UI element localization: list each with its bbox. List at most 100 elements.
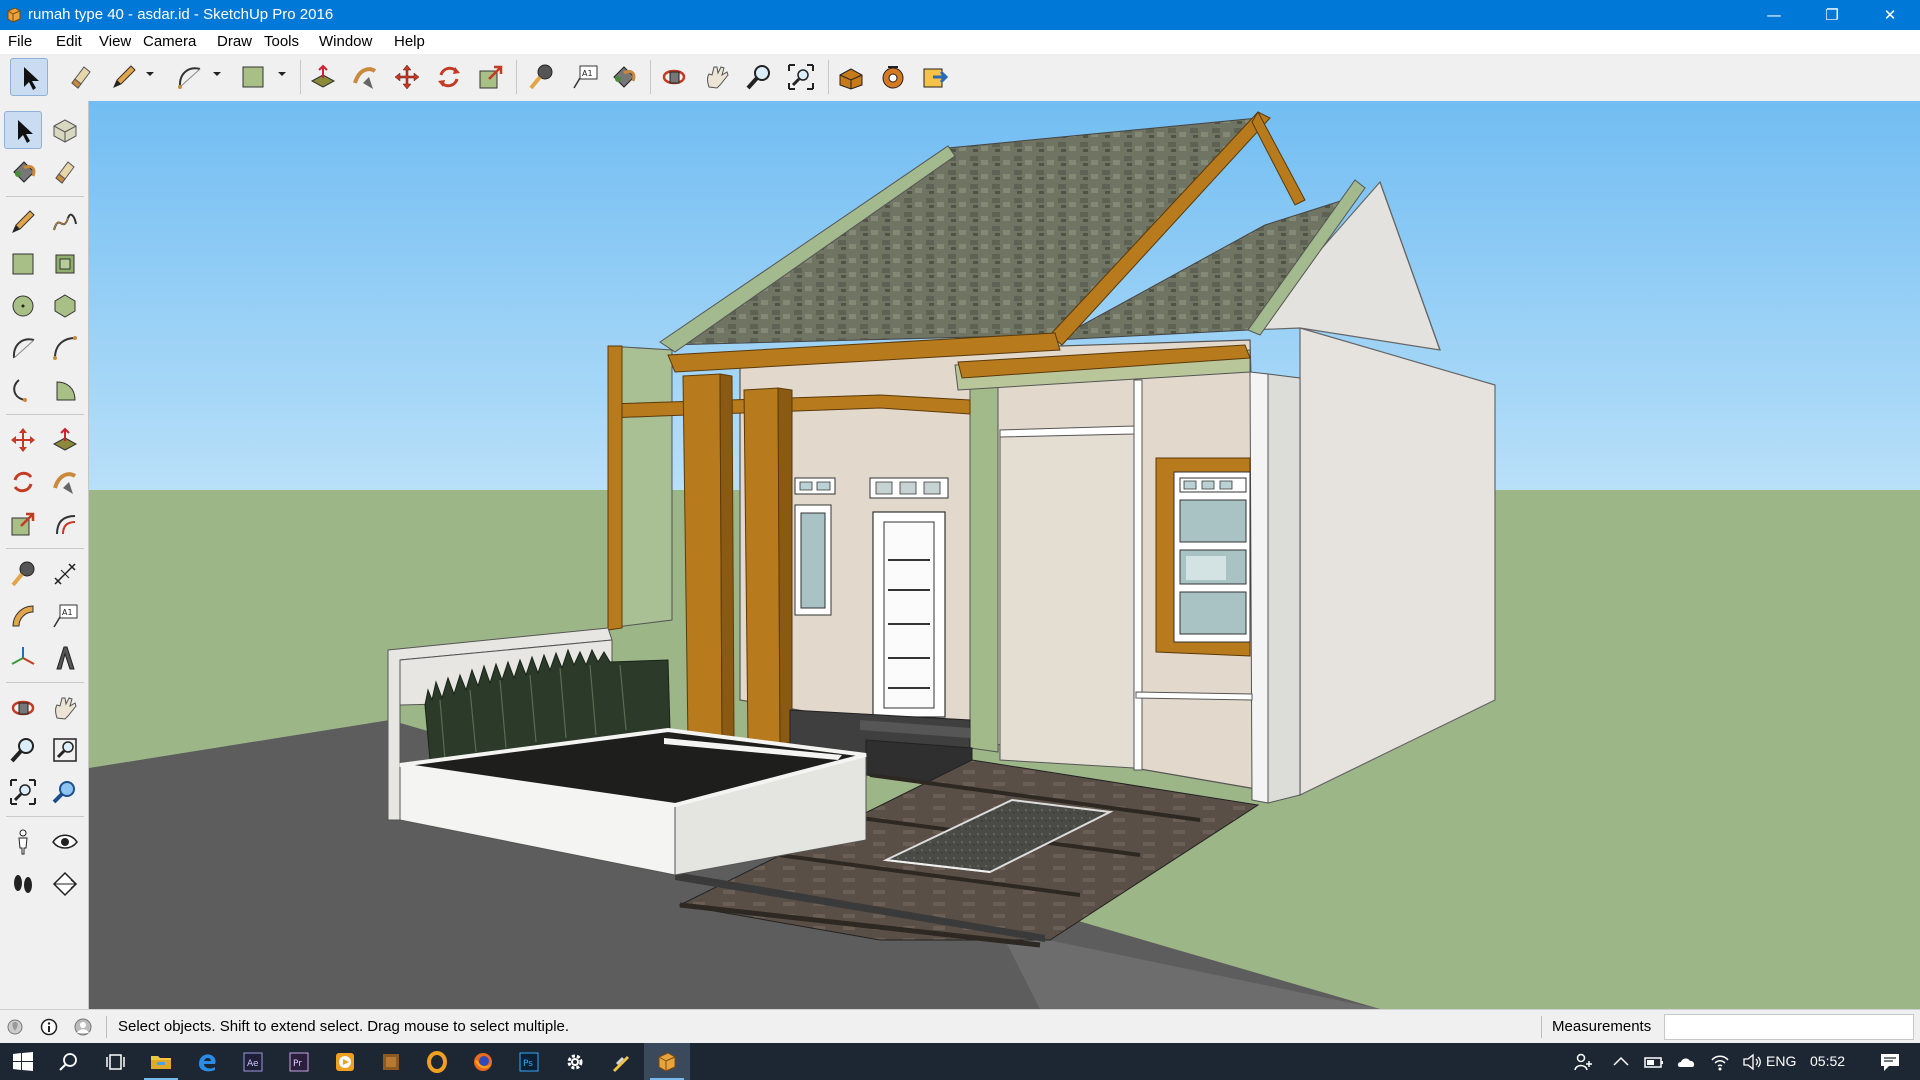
paint-bucket-tool-button[interactable]	[604, 58, 642, 96]
tape-measure-tool-button[interactable]	[4, 555, 42, 593]
pie-tool-button[interactable]	[46, 371, 84, 409]
task-view-button[interactable]	[92, 1043, 138, 1080]
position-camera-tool-button[interactable]	[4, 823, 42, 861]
orbit-tool-button[interactable]	[4, 689, 42, 727]
zoom-window-tool-button[interactable]	[46, 731, 84, 769]
taskbar-sketchup-layout[interactable]	[598, 1043, 644, 1080]
menu-draw[interactable]: Draw	[215, 30, 254, 54]
minimize-button[interactable]: —	[1745, 0, 1803, 30]
menu-view[interactable]: View	[97, 30, 133, 54]
tray-people[interactable]	[1560, 1043, 1600, 1080]
search-button[interactable]	[46, 1043, 92, 1080]
move-tool-button[interactable]	[4, 421, 42, 459]
tray-wifi[interactable]	[1704, 1043, 1736, 1080]
extension-warehouse-button[interactable]	[874, 58, 912, 96]
move-tool-button[interactable]	[388, 58, 426, 96]
dimension-tool-button[interactable]	[46, 555, 84, 593]
taskbar-edge[interactable]	[184, 1043, 230, 1080]
follow-me-tool-button[interactable]	[46, 463, 84, 501]
scale-tool-button[interactable]	[472, 58, 510, 96]
menu-camera[interactable]: Camera	[141, 30, 198, 54]
menu-edit[interactable]: Edit	[54, 30, 84, 54]
rotate-tool-button[interactable]	[4, 463, 42, 501]
user-account-icon[interactable]	[74, 1018, 92, 1036]
axes-tool-button[interactable]	[4, 639, 42, 677]
pan-tool-button[interactable]	[698, 58, 736, 96]
taskbar-file-explorer[interactable]	[138, 1043, 184, 1080]
select-tool-button[interactable]	[10, 58, 48, 96]
follow-me-tool-button[interactable]	[346, 58, 384, 96]
menu-help[interactable]: Help	[392, 30, 427, 54]
taskbar-sketchup[interactable]	[644, 1043, 690, 1080]
rotate-tool-button[interactable]	[430, 58, 468, 96]
action-center-button[interactable]	[1864, 1043, 1916, 1080]
taskbar-opera[interactable]	[414, 1043, 460, 1080]
zoom-tool-button[interactable]	[4, 731, 42, 769]
tray-show-hidden[interactable]	[1602, 1043, 1638, 1080]
info-icon[interactable]	[40, 1018, 58, 1036]
section-plane-tool-button[interactable]	[46, 865, 84, 903]
push-pull-tool-button[interactable]	[304, 58, 342, 96]
measurements-input[interactable]	[1664, 1014, 1914, 1040]
restore-button[interactable]: ❐	[1803, 0, 1861, 30]
sketchup-app-icon[interactable]	[6, 7, 22, 23]
scale-tool-button[interactable]	[4, 505, 42, 543]
previous-view-button[interactable]	[46, 773, 84, 811]
eraser-tool-button[interactable]	[46, 153, 84, 191]
taskbar-photoshop[interactable]: Ps	[506, 1043, 552, 1080]
layout-send-button[interactable]	[916, 58, 954, 96]
taskbar-after-effects[interactable]: Ae	[230, 1043, 276, 1080]
line-tool-dropdown[interactable]	[140, 66, 160, 86]
menu-file[interactable]: File	[6, 30, 34, 54]
rectangle-tool-button[interactable]	[4, 245, 42, 283]
geo-location-icon[interactable]	[6, 1018, 24, 1036]
shape-tool-button[interactable]	[234, 58, 272, 96]
three-point-arc-tool-button[interactable]	[4, 371, 42, 409]
taskbar-premiere[interactable]: Pr	[276, 1043, 322, 1080]
3d-text-tool-button[interactable]	[46, 639, 84, 677]
menu-tools[interactable]: Tools	[262, 30, 301, 54]
zoom-tool-button[interactable]	[740, 58, 778, 96]
arc-tool-dropdown[interactable]	[207, 66, 227, 86]
two-point-arc-tool-button[interactable]	[46, 329, 84, 367]
select-tool-button[interactable]	[4, 111, 42, 149]
tape-measure-tool-button[interactable]	[522, 58, 560, 96]
text-tool-button[interactable]: A1	[566, 58, 604, 96]
walk-tool-button[interactable]	[4, 865, 42, 903]
3d-warehouse-button[interactable]	[832, 58, 870, 96]
tray-battery[interactable]	[1638, 1043, 1670, 1080]
tray-language[interactable]: ENG	[1766, 1043, 1796, 1080]
tray-onedrive[interactable]	[1670, 1043, 1704, 1080]
circle-tool-button[interactable]	[4, 287, 42, 325]
freehand-tool-button[interactable]	[46, 203, 84, 241]
look-around-tool-button[interactable]	[46, 823, 84, 861]
offset-tool-button[interactable]	[46, 505, 84, 543]
protractor-tool-button[interactable]	[4, 597, 42, 635]
arc-tool-button[interactable]	[170, 58, 208, 96]
polygon-tool-button[interactable]	[46, 287, 84, 325]
text-tool-button[interactable]: A1	[46, 597, 84, 635]
taskbar-app-brown[interactable]	[368, 1043, 414, 1080]
rotated-rectangle-tool-button[interactable]	[46, 245, 84, 283]
zoom-extents-tool-button[interactable]	[782, 58, 820, 96]
menu-window[interactable]: Window	[317, 30, 374, 54]
orbit-tool-button[interactable]	[655, 58, 693, 96]
push-pull-tool-button[interactable]	[46, 421, 84, 459]
zoom-extents-tool-button[interactable]	[4, 773, 42, 811]
make-component-button[interactable]	[46, 111, 84, 149]
taskbar-media-player[interactable]	[322, 1043, 368, 1080]
eraser-tool-button[interactable]	[62, 58, 100, 96]
shape-tool-dropdown[interactable]	[272, 66, 292, 86]
tray-volume[interactable]	[1736, 1043, 1768, 1080]
start-button[interactable]	[0, 1043, 46, 1080]
line-tool-button[interactable]	[4, 203, 42, 241]
close-button[interactable]: ✕	[1861, 0, 1919, 30]
taskbar-firefox[interactable]	[460, 1043, 506, 1080]
arc-tool-button[interactable]	[4, 329, 42, 367]
taskbar-settings[interactable]	[552, 1043, 598, 1080]
pan-tool-button[interactable]	[46, 689, 84, 727]
line-tool-button[interactable]	[105, 58, 143, 96]
tray-clock[interactable]: 05:52	[1810, 1043, 1845, 1080]
paint-bucket-tool-button[interactable]	[4, 153, 42, 191]
modeling-viewport[interactable]	[89, 101, 1920, 1009]
